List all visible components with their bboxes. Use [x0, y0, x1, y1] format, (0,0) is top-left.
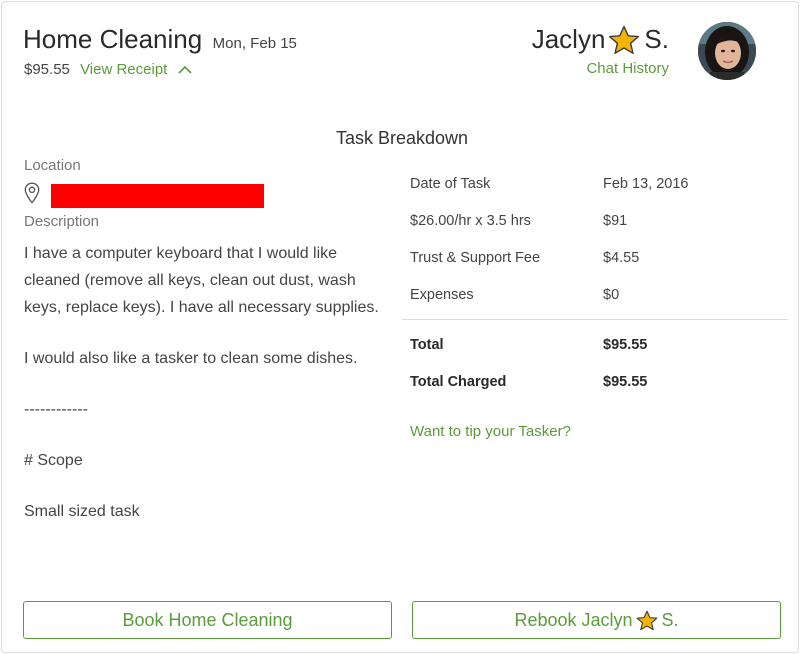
description-scope-heading: # Scope	[24, 452, 83, 469]
task-date: Mon, Feb 15	[212, 35, 297, 52]
description-paragraph: I would also like a tasker to clean some…	[24, 350, 358, 367]
breakdown-label: Date of Task	[410, 176, 491, 192]
price-breakdown: Date of Task Feb 13, 2016 $26.00/hr x 3.…	[402, 170, 788, 318]
description-paragraph: I have a computer keyboard that I would …	[24, 245, 379, 316]
breakdown-value: $0	[603, 287, 620, 303]
tip-tasker-link[interactable]: Want to tip your Tasker?	[410, 423, 571, 440]
task-price: $95.55	[24, 61, 70, 78]
total-value: $95.55	[603, 337, 648, 353]
breakdown-row-expenses: Expenses $0	[402, 281, 788, 318]
breakdown-divider	[402, 319, 788, 320]
breakdown-value: Feb 13, 2016	[603, 176, 689, 192]
star-icon	[609, 25, 640, 54]
description-separator: ------------	[24, 401, 88, 418]
breakdown-row-date: Date of Task Feb 13, 2016	[402, 170, 788, 207]
breakdown-value: $91	[603, 213, 628, 229]
avatar-photo	[698, 22, 756, 80]
breakdown-label: $26.00/hr x 3.5 hrs	[410, 213, 531, 229]
star-icon	[636, 610, 657, 630]
price-row: $95.55 View Receipt	[24, 61, 192, 78]
description-scope-value: Small sized task	[24, 503, 140, 520]
description-text: I have a computer keyboard that I would …	[24, 240, 394, 525]
task-title: Home Cleaning	[23, 24, 203, 54]
task-title-row: Home Cleaning Mon, Feb 15	[23, 24, 297, 55]
total-row: Total $95.55	[402, 331, 788, 368]
tasker-first-name: Jaclyn	[531, 24, 606, 54]
task-breakdown-heading: Task Breakdown	[335, 128, 469, 148]
total-charged-value: $95.55	[603, 374, 648, 390]
view-receipt-link[interactable]: View Receipt	[80, 61, 192, 78]
chevron-up-icon	[177, 65, 192, 74]
breakdown-label: Expenses	[410, 287, 474, 303]
chat-history-link[interactable]: Chat History	[586, 60, 669, 77]
rebook-tasker-button[interactable]: Rebook Jaclyn S.	[412, 601, 781, 639]
breakdown-label: Trust & Support Fee	[410, 250, 541, 266]
task-card: Home Cleaning Mon, Feb 15 $95.55 View Re…	[1, 1, 799, 653]
description-label: Description	[24, 213, 100, 230]
totals: Total $95.55 Total Charged $95.55	[402, 331, 788, 405]
total-charged-row: Total Charged $95.55	[402, 368, 788, 405]
breakdown-value: $4.55	[603, 250, 640, 266]
tasker-avatar[interactable]	[698, 22, 756, 80]
tasker-last-initial: S.	[644, 24, 669, 54]
location-pin-icon	[24, 182, 40, 204]
redacted-address	[51, 184, 264, 208]
total-label: Total	[410, 337, 444, 353]
book-home-cleaning-button[interactable]: Book Home Cleaning	[23, 601, 392, 639]
tasker-name: Jaclyn S.	[532, 24, 669, 55]
rebook-label: Rebook Jaclyn	[514, 609, 633, 630]
location-label: Location	[24, 157, 81, 174]
breakdown-row-fee: Trust & Support Fee $4.55	[402, 244, 788, 281]
breakdown-row-rate: $26.00/hr x 3.5 hrs $91	[402, 207, 788, 244]
total-charged-label: Total Charged	[410, 374, 507, 390]
rebook-last-initial: S.	[661, 609, 679, 630]
view-receipt-label: View Receipt	[80, 61, 168, 78]
